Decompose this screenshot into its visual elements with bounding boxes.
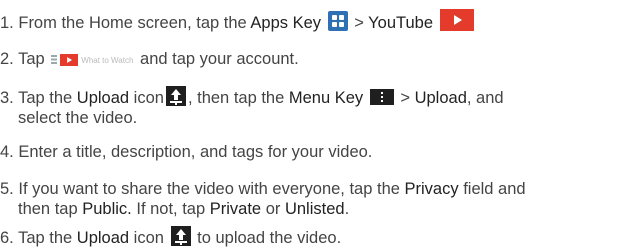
step-text: Tap the — [18, 89, 73, 107]
youtube-icon — [439, 9, 474, 31]
step-text: icon — [133, 89, 164, 107]
step-text: Tap — [18, 50, 45, 68]
separator: > — [354, 14, 364, 32]
step-2: 2. Tap What to Watch and tap your accoun… — [0, 49, 299, 69]
upload-icon — [165, 86, 186, 106]
step-4: 4. Enter a title, description, and tags … — [0, 142, 372, 162]
step-text: , then tap the — [187, 89, 285, 107]
separator: > — [400, 89, 410, 107]
step-text: From the Home screen, tap the — [18, 14, 247, 32]
youtube-label: YouTube — [368, 14, 433, 32]
step-text: Enter a title, description, and tags for… — [18, 143, 373, 161]
step-text: . — [344, 200, 350, 218]
unlisted-label: Unlisted — [284, 200, 345, 218]
youtube-icon — [60, 54, 79, 66]
what-to-watch-button-icon: What to Watch — [51, 50, 134, 66]
public-label: Public. — [82, 200, 132, 218]
what-to-watch-label: What to Watch — [81, 56, 134, 65]
step-1: 1. From the Home screen, tap the Apps Ke… — [0, 9, 476, 33]
step-number: 1. — [0, 14, 14, 32]
step-number: 3. — [0, 89, 14, 107]
private-label: Private — [209, 200, 262, 218]
step-text-continued: then tap Public. If not, tap Private or … — [0, 199, 526, 219]
step-text: , and — [466, 89, 504, 107]
step-text-continued: select the video. — [18, 109, 138, 127]
step-6: 6. Tap the Upload icon to upload the vid… — [0, 226, 341, 248]
privacy-label: Privacy — [404, 180, 459, 198]
upload-icon — [170, 226, 191, 246]
menu-key-label: Menu Key — [288, 89, 364, 107]
step-5: 5. If you want to share the video with e… — [0, 179, 526, 219]
instructions-document: 1. From the Home screen, tap the Apps Ke… — [0, 0, 617, 251]
apps-grid-icon — [327, 11, 348, 31]
upload-label: Upload — [76, 229, 130, 247]
step-text: If you want to share the video with ever… — [18, 180, 400, 198]
menu-key-icon — [369, 89, 394, 105]
step-number: 4. — [0, 143, 14, 161]
step-text: icon — [133, 229, 164, 247]
step-text: Tap the — [18, 229, 73, 247]
menu-lines-icon — [51, 55, 58, 64]
upload-label: Upload — [414, 89, 467, 107]
step-number: 5. — [0, 180, 14, 198]
step-number: 6. — [0, 229, 14, 247]
upload-label: Upload — [76, 89, 130, 107]
step-number: 2. — [0, 50, 14, 68]
step-text: If not, tap — [136, 200, 206, 218]
apps-key-label: Apps Key — [250, 14, 322, 32]
step-text: to upload the video. — [197, 229, 342, 247]
step-text: field and — [463, 180, 526, 198]
step-text: then tap — [18, 200, 78, 218]
step-3: 3. Tap the Upload icon , then tap the Men… — [0, 86, 504, 128]
step-text: and tap your account. — [140, 50, 299, 68]
step-text: or — [265, 200, 281, 218]
